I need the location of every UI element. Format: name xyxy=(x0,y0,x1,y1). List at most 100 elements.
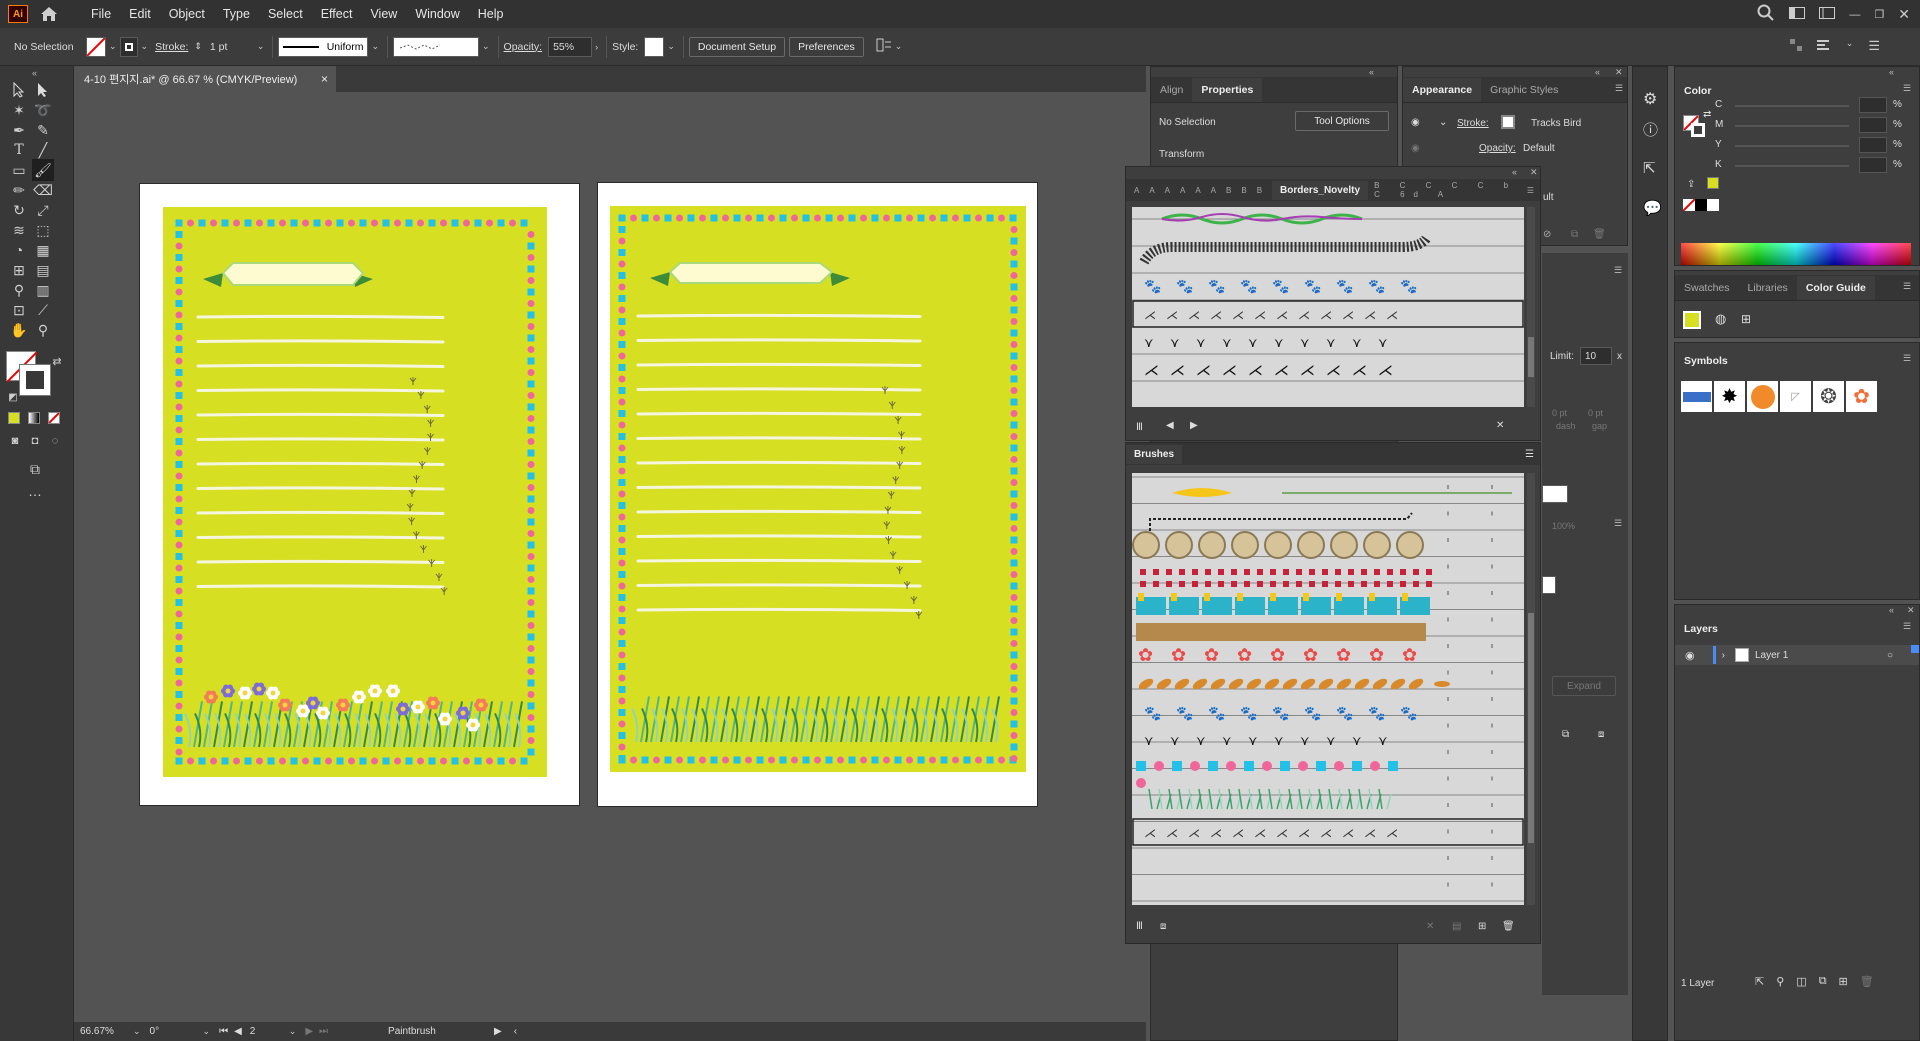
new-sublayer-icon[interactable]: ⧉ xyxy=(1819,975,1827,988)
status-menu-icon[interactable]: ▶ xyxy=(494,1026,502,1037)
menu-type[interactable]: Type xyxy=(214,7,259,21)
limit-field[interactable]: 10 xyxy=(1580,347,1612,365)
workspace-icon[interactable] xyxy=(1789,7,1806,22)
gradient-mode-icon[interactable] xyxy=(28,412,40,424)
artboard-1[interactable] xyxy=(139,183,580,806)
chevron-down-icon[interactable]: ⌄ xyxy=(482,41,490,52)
symbol-blue-banner[interactable] xyxy=(1681,381,1712,412)
symbol-flower[interactable]: ✿ xyxy=(1846,381,1877,412)
new-layer-icon[interactable]: ⊞ xyxy=(1839,975,1848,988)
last-color-swatch[interactable] xyxy=(1707,177,1719,189)
remove-stroke-icon[interactable]: ✕ xyxy=(1426,921,1434,932)
zoom-tool-icon[interactable]: ⚲ xyxy=(32,319,54,341)
tab-color[interactable]: Color xyxy=(1675,79,1721,103)
direct-selection-tool-icon[interactable] xyxy=(32,79,54,101)
menu-icon[interactable]: ☰ xyxy=(1868,38,1880,55)
stroke-profile-select[interactable]: Uniform xyxy=(278,36,369,57)
selection-tool-icon[interactable] xyxy=(8,79,30,101)
swap-colors-icon[interactable]: ⇄ xyxy=(46,350,68,372)
perspective-grid-icon[interactable]: ▦ xyxy=(32,239,54,261)
swatch-group-icon[interactable]: ⊞ xyxy=(1741,312,1751,326)
trash-icon[interactable]: 🗑 xyxy=(1593,229,1606,240)
tab-swatches[interactable]: Swatches xyxy=(1675,276,1739,300)
draw-inside-icon[interactable]: ◌ xyxy=(44,430,66,452)
draw-behind-icon[interactable]: ◘ xyxy=(24,430,46,452)
no-icon[interactable]: ⊘ xyxy=(1543,229,1551,240)
symbol-splatter[interactable]: ✸ xyxy=(1714,381,1745,412)
comments-icon[interactable]: 💬 xyxy=(1643,199,1662,217)
new-item-icon[interactable]: ⧈ xyxy=(1598,729,1604,740)
scale-tool-icon[interactable]: ⤢ xyxy=(32,199,54,221)
document-tab[interactable]: 4-10 편지지.ai* @ 66.67 % (CMYK/Preview) × xyxy=(74,66,336,92)
hand-tool-icon[interactable]: ✋ xyxy=(8,319,30,341)
tab-appearance[interactable]: Appearance xyxy=(1403,78,1482,102)
eraser-tool-icon[interactable]: ⌫ xyxy=(32,179,54,201)
stroke-label[interactable]: Stroke: xyxy=(155,41,188,53)
cmyk-row-c[interactable]: C % xyxy=(1715,97,1915,115)
tab-properties[interactable]: Properties xyxy=(1192,78,1263,102)
close-icon[interactable]: ✕ xyxy=(1907,605,1915,616)
trash-icon[interactable]: 🗑 xyxy=(1502,921,1515,932)
out-of-gamut-icon[interactable]: ⇪ xyxy=(1687,179,1695,190)
opacity-field[interactable]: 55% xyxy=(548,36,593,57)
remove-icon[interactable]: ✕ xyxy=(1496,420,1504,431)
profile-select[interactable] xyxy=(1542,576,1556,594)
panel-collapse-icon[interactable]: « xyxy=(1889,605,1894,615)
color-spectrum[interactable] xyxy=(1681,243,1911,265)
white-swatch[interactable] xyxy=(1707,199,1719,211)
menu-edit[interactable]: Edit xyxy=(120,7,160,21)
search-icon[interactable]: ⚲ xyxy=(1776,975,1784,988)
panel-menu-icon[interactable]: ☰ xyxy=(1614,265,1622,276)
eyedropper-icon[interactable]: ⚲ xyxy=(8,279,30,301)
panel-menu-icon[interactable]: ☰ xyxy=(1903,621,1911,632)
align-icon[interactable] xyxy=(1789,38,1803,55)
chevron-down-icon[interactable]: ⌄ xyxy=(203,1026,211,1037)
magic-wand-icon[interactable]: ✶ xyxy=(8,99,30,121)
close-icon[interactable]: ✕ xyxy=(1530,167,1538,178)
stroke-swatch[interactable] xyxy=(119,36,138,57)
free-transform-icon[interactable]: ⬚ xyxy=(32,219,54,241)
info-icon[interactable]: ⓘ xyxy=(1643,119,1658,140)
chevron-down-icon[interactable]: ⌄ xyxy=(289,1026,297,1037)
scrollbar[interactable] xyxy=(1527,207,1535,407)
scrollbar[interactable] xyxy=(1527,473,1535,905)
chevron-right-icon[interactable]: › xyxy=(595,42,598,52)
warp-tool-icon[interactable]: ≋ xyxy=(8,219,30,241)
restore-icon[interactable]: ❐ xyxy=(1874,8,1884,21)
mesh-tool-icon[interactable]: ⊞ xyxy=(8,259,30,281)
library-menu-icon[interactable]: Ⅲ xyxy=(1136,422,1143,433)
menu-object[interactable]: Object xyxy=(160,7,214,21)
options-icon[interactable]: ▤ xyxy=(1452,921,1461,932)
brush-definition-select[interactable] xyxy=(393,36,479,57)
document-setup-button[interactable]: Document Setup xyxy=(688,36,786,57)
channel-slider[interactable] xyxy=(1735,125,1849,127)
library-menu-icon[interactable]: Ⅲ xyxy=(1136,921,1143,932)
chevron-down-icon[interactable]: ⌄ xyxy=(667,41,675,52)
channel-field[interactable] xyxy=(1859,117,1887,133)
gradient-tool-icon[interactable]: ▤ xyxy=(32,259,54,281)
chevron-down-icon[interactable]: ⌄ xyxy=(371,41,379,52)
opacity-label[interactable]: Opacity: xyxy=(1479,143,1516,154)
panel-collapse-icon[interactable]: « xyxy=(1889,67,1894,77)
next-library-icon[interactable]: ▶ xyxy=(1190,420,1198,431)
shape-builder-icon[interactable]: ◔ xyxy=(8,239,30,261)
artboard-number[interactable]: 2 xyxy=(250,1026,286,1037)
libraries-icon[interactable]: ⧈ xyxy=(1160,921,1166,932)
preferences-button[interactable]: Preferences xyxy=(789,36,864,57)
export-icon[interactable]: ⇱ xyxy=(1643,159,1656,177)
tab-libraries[interactable]: Libraries xyxy=(1739,276,1797,300)
layer-row[interactable]: ◉ › Layer 1 ○ xyxy=(1675,645,1919,665)
expand-button[interactable]: Expand xyxy=(1552,676,1616,696)
cmyk-row-y[interactable]: Y % xyxy=(1715,137,1915,155)
tab-align[interactable]: Align xyxy=(1151,78,1192,102)
rectangle-tool-icon[interactable]: ▭ xyxy=(8,159,30,181)
brushes-list[interactable]: ✿ ✿ ✿ ✿ ✿ ✿ ✿ ✿ ✿ 🐾 🐾 🐾 🐾 🐾 🐾 🐾 🐾 🐾 ⋎ ⋎ ⋎ ⋎ ⋎ ⋎ ⋎ ⋎ ⋎ ⋎ ⋌ ⋌ ⋌ ⋌ ⋌ ⋌ ⋌ ⋌ ⋌ ⋌ ⋌ ⋌ xyxy=(1132,473,1524,905)
screen-mode-icon[interactable]: ⧉ xyxy=(24,458,46,480)
panel-collapse-icon[interactable]: « xyxy=(1595,67,1600,77)
artboard-tool-icon[interactable]: ⊡ xyxy=(8,299,30,321)
arrange-documents-icon[interactable] xyxy=(876,38,892,55)
channel-field[interactable] xyxy=(1859,157,1887,173)
duplicate-icon[interactable]: ⧉ xyxy=(1562,729,1569,740)
graph-tool-icon[interactable]: ▥ xyxy=(32,279,54,301)
zoom-field[interactable]: 66.67% xyxy=(80,1026,130,1037)
